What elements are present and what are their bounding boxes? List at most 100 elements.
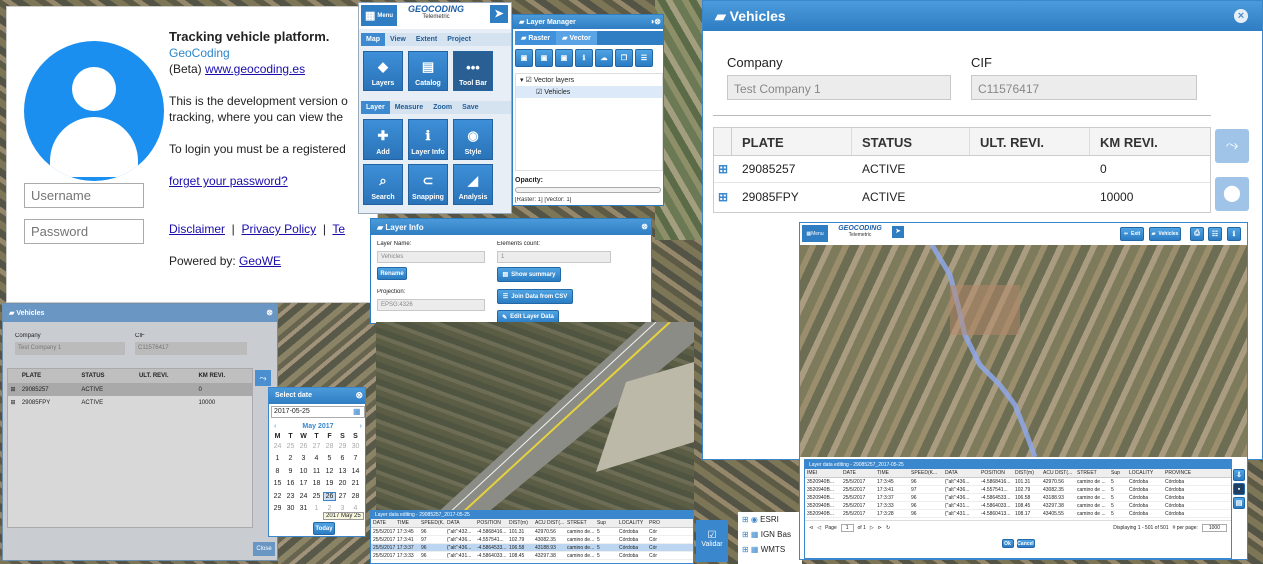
list-item[interactable]: ⊞ ▦ WMTS (738, 542, 802, 557)
column-header[interactable]: Sup (1109, 470, 1127, 476)
column-header[interactable]: PLATE (18, 373, 78, 379)
username-input[interactable] (24, 183, 144, 208)
terms-link[interactable]: Te (332, 222, 345, 236)
road-map[interactable] (376, 322, 694, 514)
table-row[interactable]: ⊞ 29085257 ACTIVE 0 (8, 383, 252, 396)
column-header[interactable]: DATE (371, 520, 395, 526)
table-row[interactable]: 3520940B... 25/5/2017 17:3:28 96 {"alt":431.… (805, 510, 1231, 518)
calendar-day[interactable]: 7 (349, 455, 362, 462)
calendar-day[interactable]: 13 (336, 468, 349, 475)
column-header[interactable]: DATE (841, 470, 875, 476)
column-header[interactable]: LOCALITY (1127, 470, 1163, 476)
calendar-day[interactable]: 8 (271, 468, 284, 475)
disclaimer-link[interactable]: Disclaimer (169, 222, 225, 236)
calendar-day[interactable]: 9 (284, 468, 297, 475)
calendar-day[interactable]: 28 (323, 443, 336, 450)
calendar-day[interactable]: 6 (336, 455, 349, 462)
calendar-day[interactable]: 3 (297, 455, 310, 462)
close-icon[interactable]: ⊗ (641, 222, 648, 231)
projection-field[interactable]: EPSG:4326 (377, 299, 485, 311)
list-item[interactable]: ⊞ ◉ ESRI (738, 512, 802, 527)
column-header[interactable]: PLATE (732, 128, 852, 155)
calendar-day[interactable]: 15 (271, 480, 284, 487)
last-page-icon[interactable]: ⊳ (878, 525, 882, 531)
route-button[interactable]: ⤳ (255, 370, 271, 386)
column-header[interactable]: PROVINCE (1163, 470, 1203, 476)
close-button[interactable]: Close (253, 542, 275, 556)
table-row[interactable]: 25/5/2017 17:3:41 97 {"alt":436... -4.557541… (371, 536, 693, 544)
calendar-day[interactable]: 10 (297, 468, 310, 475)
geowe-link[interactable]: GeoWE (239, 254, 281, 268)
remove-layer-button[interactable]: ▣ (535, 49, 553, 67)
column-header[interactable]: ULT. REVI. (135, 373, 195, 379)
calendar-day[interactable]: 11 (310, 468, 323, 475)
layers-button[interactable]: ◆ Layers (363, 51, 403, 91)
table-row[interactable]: 3520940B... 25/5/2017 17:3:41 97 {"alt":436.… (805, 486, 1231, 494)
page-input[interactable]: 1 (840, 524, 854, 532)
perpage-select[interactable]: 1000 (1201, 524, 1227, 532)
next-month-icon[interactable]: › (360, 423, 362, 430)
tab-measure[interactable]: Measure (390, 101, 428, 114)
inner-vehicles-button[interactable]: ▰ Vehicles (1149, 227, 1181, 241)
column-header[interactable]: ULT. REVI. (970, 128, 1090, 155)
close-icon[interactable]: ⊗ (355, 390, 363, 401)
print-button[interactable]: ⎙ (1190, 227, 1204, 241)
cancel-button[interactable]: Cancel (1016, 539, 1035, 548)
add-layer-button[interactable]: ▣ (515, 49, 533, 67)
calendar-day[interactable]: 25 (310, 493, 323, 500)
column-header[interactable]: KM REVI. (1090, 128, 1210, 155)
calendar-day[interactable]: 26 (297, 443, 310, 450)
calendar-day[interactable]: 29 (336, 443, 349, 450)
tools-button[interactable]: ☷ (1208, 227, 1222, 241)
route-button[interactable]: ⤳ (1215, 129, 1249, 163)
calendar-day[interactable]: 31 (297, 505, 310, 512)
inner-side-button[interactable]: ▪ (1233, 483, 1245, 495)
copy-button[interactable]: ❐ (615, 49, 633, 67)
table-row[interactable]: 25/5/2017 17:3:45 96 {"alt":432... -4.586841… (371, 528, 693, 536)
calendar-day[interactable]: 27 (336, 493, 349, 500)
calendar-day[interactable]: 23 (284, 493, 297, 500)
company-field[interactable]: Test Company 1 (15, 342, 125, 355)
column-header[interactable]: PRO (647, 520, 667, 526)
column-header[interactable]: STREET (565, 520, 595, 526)
expand-icon[interactable]: ⊞ (8, 386, 18, 393)
column-header[interactable]: DATA (445, 520, 475, 526)
analysis-button[interactable]: ◢ Analysis (453, 164, 493, 205)
table-row[interactable]: 3520940B... 25/5/2017 17:3:37 96 {"alt":436.… (805, 494, 1231, 502)
calendar-day[interactable]: 21 (349, 480, 362, 487)
table-row[interactable]: ⊞ 29085FPY ACTIVE 10000 (8, 396, 252, 409)
location-button[interactable]: ⬤ (1215, 177, 1249, 211)
first-page-icon[interactable]: ⊲ (809, 525, 813, 531)
column-header[interactable]: ACU DIST(... (1041, 470, 1075, 476)
column-header[interactable]: DATA (943, 470, 979, 476)
column-header[interactable]: LOCALITY (617, 520, 647, 526)
tree-node-vehicles[interactable]: ☑ Vehicles (516, 86, 662, 98)
password-input[interactable] (24, 219, 144, 244)
menu-button[interactable]: ▦ Menu (361, 5, 397, 26)
calendar-icon[interactable]: ▦ (353, 407, 361, 416)
column-header[interactable]: STATUS (852, 128, 970, 155)
inner-locate-button[interactable]: ➤ (892, 226, 904, 238)
calendar-day[interactable]: 16 (284, 480, 297, 487)
calendar-day[interactable]: 28 (349, 493, 362, 500)
column-header[interactable]: TIME (875, 470, 909, 476)
expand-icon[interactable]: ⊞ (714, 162, 732, 176)
calendar-day[interactable]: 26 (323, 491, 336, 501)
tab-layer[interactable]: Layer (361, 101, 390, 114)
calendar-day[interactable]: 1 (271, 455, 284, 462)
next-page-icon[interactable]: ▷ (870, 525, 874, 531)
exit-button[interactable]: ⇦ Exit (1120, 227, 1144, 241)
rename-button[interactable]: Rename (377, 267, 407, 280)
column-header[interactable]: ACU DIST(... (533, 520, 565, 526)
column-header[interactable]: IMEI (805, 470, 841, 476)
layer-info-button[interactable]: ℹ Layer Info (408, 119, 448, 160)
elements-count-field[interactable]: 1 (497, 251, 611, 263)
download-button[interactable]: ☁ (595, 49, 613, 67)
calendar-day[interactable]: 25 (284, 443, 297, 450)
calendar-day[interactable]: 4 (310, 455, 323, 462)
inner-side-button[interactable]: ⇩ (1233, 469, 1245, 481)
column-header[interactable]: Sup (595, 520, 617, 526)
calendar-day[interactable]: 18 (310, 480, 323, 487)
date-input[interactable]: 2017-05-25 (271, 406, 365, 418)
column-header[interactable]: POSITION (475, 520, 507, 526)
